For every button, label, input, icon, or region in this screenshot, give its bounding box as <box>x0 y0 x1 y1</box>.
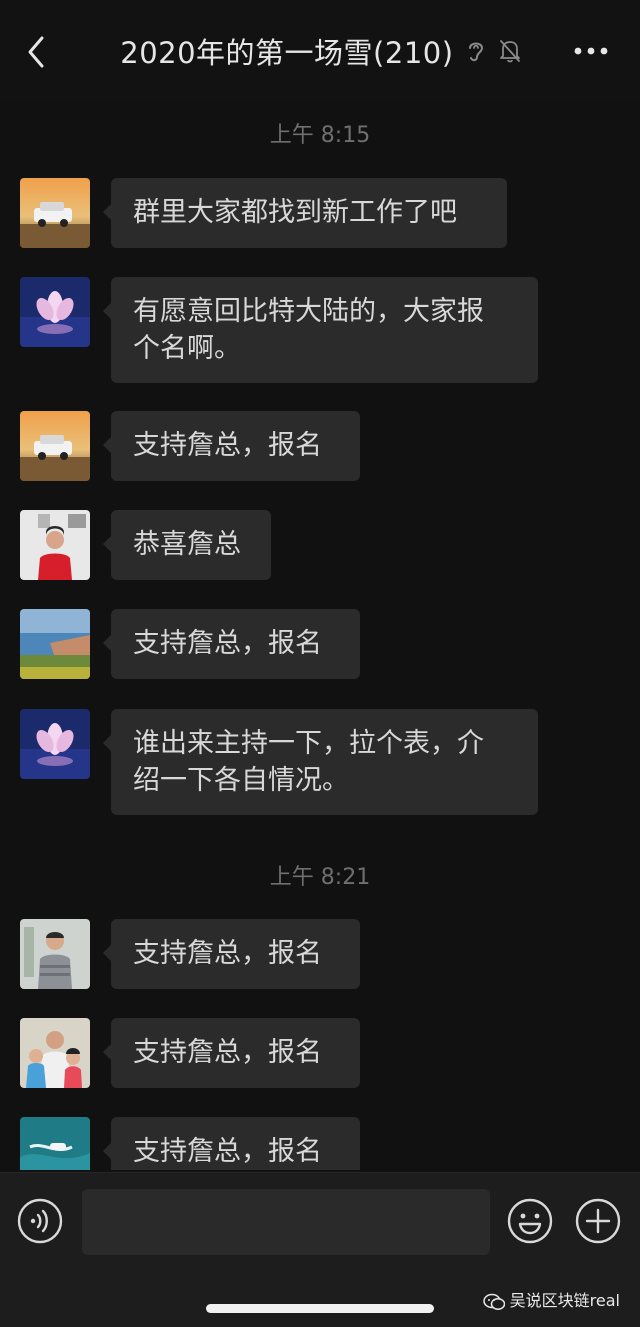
avatar-lotus[interactable] <box>20 709 90 779</box>
timestamp: 上午 8:21 <box>269 865 371 890</box>
avatar-jetski[interactable] <box>20 1117 90 1170</box>
wechat-logo-icon <box>482 1293 505 1310</box>
timestamp: 上午 8:15 <box>269 123 371 148</box>
avatar-car-sunset[interactable] <box>20 178 90 248</box>
avatar-family[interactable] <box>20 1018 90 1088</box>
voice-icon[interactable] <box>16 1197 64 1245</box>
avatar-lotus[interactable] <box>20 277 90 347</box>
chat-message-list[interactable]: 上午 8:15 群里大家都找到新工作了吧 有愿意回比特大陆的，大家报 个名啊。 … <box>0 100 640 1170</box>
message-bubble[interactable]: 有愿意回比特大陆的，大家报 个名啊。 <box>103 277 538 383</box>
avatar-man-portrait[interactable] <box>20 919 90 989</box>
emoji-icon[interactable] <box>506 1197 554 1245</box>
watermark-text: 吴说区块链real <box>509 1291 620 1310</box>
watermark: 吴说区块链real <box>482 1287 620 1311</box>
message-input[interactable] <box>82 1189 490 1255</box>
message-bubble[interactable]: 支持詹总，报名 <box>103 1117 360 1170</box>
message-bubble[interactable]: 支持詹总，报名 <box>103 919 360 989</box>
avatar-coast[interactable] <box>20 609 90 679</box>
home-indicator[interactable] <box>206 1304 434 1313</box>
mute-bell-icon <box>498 38 520 64</box>
avatar-car-sunset[interactable] <box>20 411 90 481</box>
more-dots-icon[interactable] <box>572 36 610 66</box>
message-bubble[interactable]: 群里大家都找到新工作了吧 <box>103 178 507 248</box>
message-bubble[interactable]: 支持詹总，报名 <box>103 411 360 481</box>
ear-icon <box>465 38 487 64</box>
message-bubble[interactable]: 支持詹总，报名 <box>103 1018 360 1088</box>
chat-title-wrap[interactable]: 2020年的第一场雪(210) <box>0 30 640 74</box>
chat-header: 2020年的第一场雪(210) <box>0 0 640 100</box>
message-bubble[interactable]: 谁出来主持一下，拉个表，介 绍一下各自情况。 <box>103 709 538 815</box>
message-bubble[interactable]: 恭喜詹总 <box>103 510 271 580</box>
avatar-woman-red[interactable] <box>20 510 90 580</box>
message-bubble[interactable]: 支持詹总，报名 <box>103 609 360 679</box>
chat-title: 2020年的第一场雪(210) <box>120 36 454 70</box>
plus-icon[interactable] <box>574 1197 622 1245</box>
